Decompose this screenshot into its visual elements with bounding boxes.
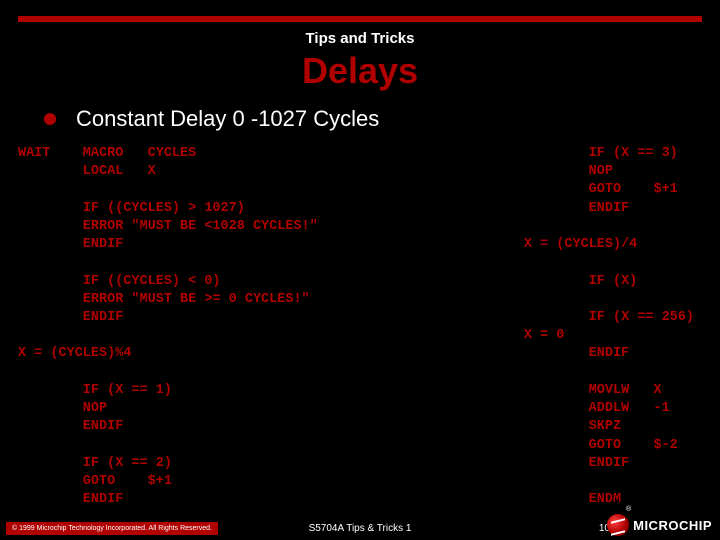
logo-wordmark: MICROCHIP	[633, 518, 712, 533]
accent-bar	[18, 16, 702, 22]
section-label: Tips and Tricks	[0, 30, 720, 47]
footer: © 1999 Microchip Technology Incorporated…	[0, 516, 720, 540]
registered-icon: ®	[626, 506, 631, 513]
code-block: WAIT MACRO CYCLES LOCAL X IF ((CYCLES) >…	[18, 145, 702, 500]
microchip-logo: ® MICROCHIP	[607, 514, 712, 536]
bullet-item: Constant Delay 0 -1027 Cycles	[44, 106, 379, 132]
bullet-text: Constant Delay 0 -1027 Cycles	[76, 106, 379, 132]
code-right-column: IF (X == 3) NOP GOTO $+1 ENDIF X = (CYCL…	[524, 145, 694, 509]
code-left-column: WAIT MACRO CYCLES LOCAL X IF ((CYCLES) >…	[18, 145, 318, 509]
logo-globe-icon: ®	[607, 514, 629, 536]
slide-title: Delays	[0, 50, 720, 92]
bullet-dot-icon	[44, 113, 56, 125]
